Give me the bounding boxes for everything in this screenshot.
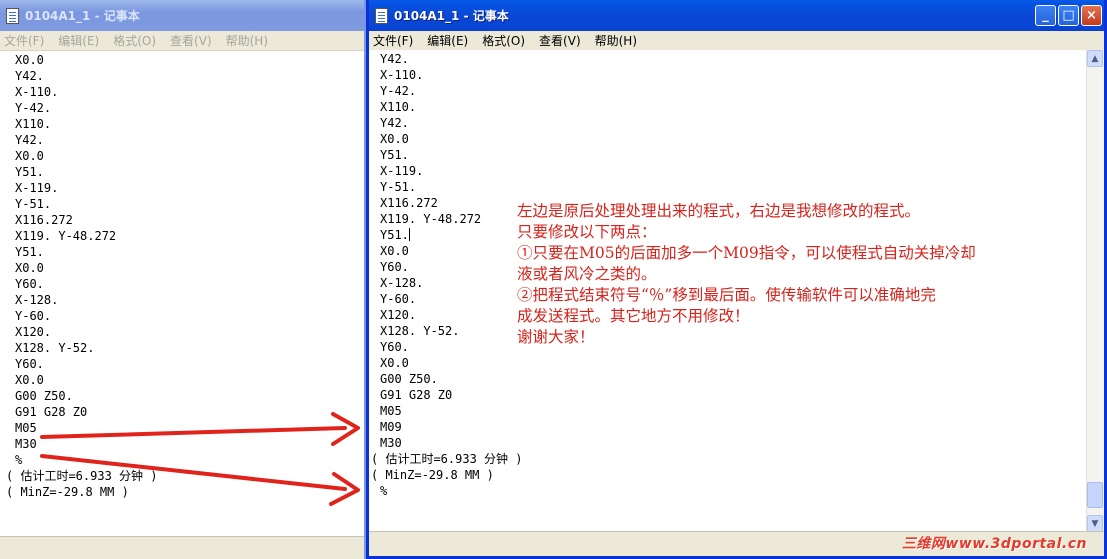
code-line: Y51. xyxy=(380,148,409,162)
code-line: X0.0 xyxy=(380,132,409,146)
code-line: Y51. xyxy=(15,165,44,179)
annotation-line: 只要修改以下两点： xyxy=(517,223,657,241)
menu-file[interactable]: 文件(F) xyxy=(4,32,44,49)
site-watermark: 三维网www.3dportal.cn xyxy=(901,536,1087,552)
code-line: G91 G28 Z0 xyxy=(15,405,88,419)
minimize-button[interactable]: _ xyxy=(1035,5,1056,26)
code-line: Y51. xyxy=(15,245,44,259)
menu-help[interactable]: 帮助(H) xyxy=(226,32,268,49)
code-line: G91 G28 Z0 xyxy=(380,388,453,402)
annotation-line: 谢谢大家！ xyxy=(517,328,595,346)
code-line: X-119. xyxy=(15,181,59,195)
code-line: Y42. xyxy=(380,116,409,130)
code-line: ( 估计工时=6.933 分钟 ) xyxy=(371,452,523,466)
code-line: X0.0 xyxy=(15,373,44,387)
code-line: Y42. xyxy=(380,52,409,66)
code-line: X0.0 xyxy=(15,53,44,67)
code-line: ( MinZ=-29.8 MM ) xyxy=(6,485,129,499)
right-window-title: 0104A1_1 - 记事本 xyxy=(394,9,509,23)
code-line: X0.0 xyxy=(380,356,409,370)
menu-help[interactable]: 帮助(H) xyxy=(595,32,637,49)
code-line: M05 xyxy=(380,404,402,418)
annotation-line: 液或者风冷之类的。 xyxy=(517,265,657,283)
minimize-icon: _ xyxy=(1042,8,1049,23)
left-titlebar[interactable]: 0104A1_1 - 记事本 xyxy=(0,0,364,31)
scroll-up-button[interactable]: ▲ xyxy=(1087,50,1103,67)
code-line: X120. xyxy=(15,325,52,339)
notepad-icon xyxy=(6,7,19,24)
scrollbar-thumb[interactable] xyxy=(1087,482,1103,508)
code-line: X0.0 xyxy=(15,149,44,163)
chevron-up-icon: ▲ xyxy=(1091,53,1099,64)
code-line: Y-42. xyxy=(15,101,52,115)
code-line: G00 Z50. xyxy=(380,372,438,386)
code-line: Y-60. xyxy=(15,309,52,323)
menu-format[interactable]: 格式(O) xyxy=(113,32,156,49)
left-window-title: 0104A1_1 - 记事本 xyxy=(25,9,140,23)
code-line: M30 xyxy=(380,436,402,450)
code-line: Y42. xyxy=(15,69,44,83)
code-line: % xyxy=(380,484,388,498)
left-notepad-window[interactable]: 0104A1_1 - 记事本 文件(F) 编辑(E) 格式(O) 查看(V) 帮… xyxy=(0,0,366,559)
menu-edit[interactable]: 编辑(E) xyxy=(58,32,99,49)
close-button[interactable]: × xyxy=(1081,5,1102,26)
code-line: X110. xyxy=(380,100,417,114)
vertical-scrollbar[interactable]: ▲ ▼ xyxy=(1086,50,1104,532)
annotation-line: 成发送程式。其它地方不用修改！ xyxy=(517,307,750,325)
text-caret xyxy=(408,228,410,241)
menu-format[interactable]: 格式(O) xyxy=(482,32,525,49)
code-line: X110. xyxy=(15,117,52,131)
code-line: M09 xyxy=(380,420,402,434)
left-statusbar xyxy=(0,536,364,559)
annotation-line: ②把程式结束符号“％”移到最后面。使传输软件可以准确地完 xyxy=(517,286,936,304)
right-menubar: 文件(F) 编辑(E) 格式(O) 查看(V) 帮助(H) xyxy=(369,31,1104,51)
code-line: Y-42. xyxy=(380,84,417,98)
code-line: X-128. xyxy=(15,293,59,307)
code-line: Y-51. xyxy=(380,180,417,194)
code-line: X-110. xyxy=(15,85,59,99)
code-line: M05 xyxy=(15,421,37,435)
code-line: Y-51. xyxy=(15,197,52,211)
code-line: Y60. xyxy=(15,277,44,291)
code-line: Y60. xyxy=(15,357,44,371)
maximize-icon: □ xyxy=(1062,8,1075,23)
left-menubar: 文件(F) 编辑(E) 格式(O) 查看(V) 帮助(H) xyxy=(0,31,364,51)
left-text-area[interactable]: X0.0 Y42. X-110. Y-42. X110. Y42. X0.0 Y51. X-11… xyxy=(0,51,364,537)
code-line: ( MinZ=-29.8 MM ) xyxy=(371,468,494,482)
right-titlebar[interactable]: 0104A1_1 - 记事本 _ □ × xyxy=(369,0,1104,31)
close-icon: × xyxy=(1086,8,1097,23)
notepad-icon xyxy=(375,7,388,24)
left-code-lines: X0.0 Y42. X-110. Y-42. X110. Y42. X0.0 Y51. X-11… xyxy=(0,51,364,500)
code-line: X116.272 xyxy=(15,213,73,227)
code-line: X0.0 xyxy=(15,261,44,275)
code-line: Y42. xyxy=(15,133,44,147)
menu-view[interactable]: 查看(V) xyxy=(170,32,212,49)
menu-file[interactable]: 文件(F) xyxy=(373,32,413,49)
annotation-line: 左边是原后处理处理出来的程式，右边是我想修改的程式。 xyxy=(517,202,921,220)
annotation-line: ①只要在M05的后面加多一个M09指令，可以使程式自动关掉冷却 xyxy=(517,244,976,262)
code-line: ( 估计工时=6.933 分钟 ) xyxy=(6,469,158,483)
chevron-down-icon: ▼ xyxy=(1091,518,1099,529)
code-line: X-110. xyxy=(380,68,424,82)
code-line: G00 Z50. xyxy=(15,389,73,403)
code-line: X-119. xyxy=(380,164,424,178)
window-controls: _ □ × xyxy=(1035,5,1102,26)
code-line: X119. Y-48.272 xyxy=(15,229,117,243)
code-line: X128. Y-52. xyxy=(15,341,95,355)
annotation-note: 左边是原后处理处理出来的程式，右边是我想修改的程式。 只要修改以下两点： ①只要… xyxy=(517,201,976,348)
menu-edit[interactable]: 编辑(E) xyxy=(427,32,468,49)
code-line: % xyxy=(15,453,23,467)
maximize-button[interactable]: □ xyxy=(1058,5,1079,26)
scroll-down-button[interactable]: ▼ xyxy=(1087,515,1103,532)
menu-view[interactable]: 查看(V) xyxy=(539,32,581,49)
code-line: M30 xyxy=(15,437,37,451)
